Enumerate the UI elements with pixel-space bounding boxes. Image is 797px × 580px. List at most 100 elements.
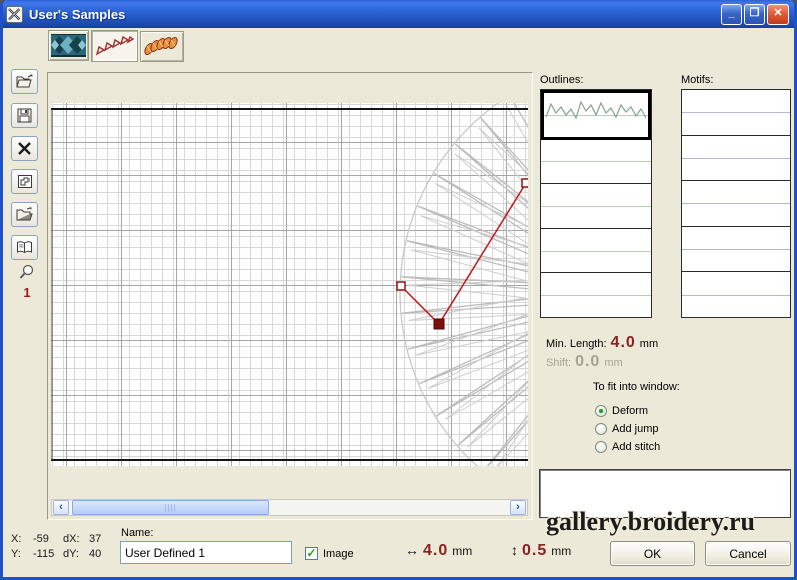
minimize-button[interactable]: _ (721, 4, 742, 25)
triangle-arrows-icon (95, 34, 134, 58)
shift-value: 0.0 (575, 353, 600, 371)
stitch-height-unit: mm (551, 544, 571, 558)
close-button[interactable]: ✕ (767, 4, 789, 25)
stitch-width-readout: ↔ 4.0 mm (405, 542, 472, 560)
save-sample-button[interactable] (11, 103, 38, 128)
shift-row: Shift: 0.0 mm (546, 353, 658, 372)
shift-unit: mm (604, 357, 622, 369)
coordinates-readout: X:-59dX:37 Y:-115dY:40 (11, 532, 101, 562)
watermark-text: gallery.broidery.ru (546, 507, 755, 537)
sample-baseline (541, 295, 651, 296)
sample-baseline (682, 158, 790, 159)
library-button[interactable] (11, 235, 38, 260)
radio-add-jump-circle[interactable] (595, 423, 607, 435)
outline-stitch-button[interactable] (91, 30, 138, 62)
radio-add-jump-label: Add jump (612, 423, 658, 435)
sample-row[interactable] (682, 181, 790, 227)
image-checkbox-label: Image (323, 548, 354, 560)
min-length-label: Min. Length: (546, 338, 607, 350)
min-length-unit: mm (640, 338, 658, 350)
radio-add-stitch[interactable]: Add stitch (595, 441, 660, 453)
zoom-indicator: 1 (15, 264, 39, 300)
sample-baseline (541, 161, 651, 162)
sample-row[interactable] (541, 273, 651, 317)
y-value: -115 (33, 547, 63, 562)
parameters: Min. Length: 4.0 mm Shift: 0.0 mm (546, 334, 658, 372)
name-label: Name: (121, 527, 153, 539)
magnifier-icon[interactable] (19, 264, 35, 280)
horizontal-arrow-icon: ↔ (405, 542, 419, 558)
stitch-height-readout: ↕ 0.5 mm (511, 542, 571, 560)
scroll-right-icon: › (516, 502, 520, 513)
radio-deform[interactable]: Deform (595, 405, 648, 417)
shape-document-icon (17, 174, 33, 189)
radio-deform-circle[interactable] (595, 405, 607, 417)
sample-row[interactable] (682, 90, 790, 136)
sample-row[interactable] (541, 184, 651, 229)
sample-baseline (682, 295, 790, 296)
y-label: Y: (11, 547, 33, 562)
cancel-button[interactable]: Cancel (705, 541, 791, 566)
window-title: User's Samples (29, 7, 125, 22)
outlines-label: Outlines: (540, 74, 583, 86)
checkmark-icon: ✓ (306, 547, 316, 559)
diamond-pattern-icon (51, 34, 86, 57)
scroll-left-button[interactable]: ‹ (53, 500, 69, 515)
zoom-level-value: 1 (15, 285, 39, 300)
sample-baseline (541, 251, 651, 252)
sample-baseline (682, 249, 790, 250)
node-marker (522, 179, 528, 187)
image-checkbox[interactable]: ✓ (305, 547, 318, 560)
folder-export-icon (16, 207, 34, 222)
open-book-icon (16, 240, 33, 255)
delete-x-icon (17, 141, 32, 156)
scrollbar-thumb[interactable]: |||| (72, 500, 269, 515)
motifs-list[interactable] (681, 89, 791, 318)
zigzag-outline-thumbnail (544, 93, 648, 131)
sample-row[interactable] (541, 229, 651, 274)
scrollbar-grip: |||| (164, 504, 176, 512)
maximize-button[interactable]: ❐ (744, 4, 765, 25)
x-label: X: (11, 532, 33, 547)
selected-node-marker (434, 319, 444, 329)
pattern-fill-button[interactable] (48, 30, 89, 61)
sample-row[interactable] (682, 227, 790, 273)
stitch-canvas[interactable] (51, 103, 528, 466)
ok-button[interactable]: OK (610, 541, 695, 566)
vertical-arrow-icon: ↕ (511, 542, 518, 558)
radio-add-stitch-label: Add stitch (612, 441, 660, 453)
save-floppy-icon (17, 108, 32, 123)
x-value: -59 (33, 532, 63, 547)
open-folder-icon (16, 74, 34, 89)
shift-label: Shift: (546, 357, 571, 369)
motif-stitch-button[interactable] (140, 31, 184, 62)
open-sample-button[interactable] (11, 69, 38, 94)
import-sample-button[interactable] (11, 202, 38, 227)
app-icon (6, 6, 23, 23)
radio-add-stitch-circle[interactable] (595, 441, 607, 453)
sample-row[interactable] (682, 272, 790, 317)
stitch-height-value: 0.5 (522, 542, 547, 560)
name-input[interactable] (120, 541, 292, 564)
close-icon: ✕ (773, 8, 782, 19)
minimize-icon: _ (728, 8, 734, 19)
delete-sample-button[interactable] (11, 136, 38, 161)
sample-baseline (541, 206, 651, 207)
users-samples-dialog: User's Samples _ ❐ ✕ (0, 0, 797, 580)
min-length-value: 4.0 (611, 334, 636, 352)
scroll-left-icon: ‹ (59, 502, 63, 513)
sample-row[interactable] (541, 90, 651, 140)
duplicate-sample-button[interactable] (11, 169, 38, 194)
dy-label: dY: (63, 547, 89, 562)
outlines-list[interactable] (540, 89, 652, 318)
radio-deform-label: Deform (612, 405, 648, 417)
sample-row[interactable] (541, 140, 651, 185)
maximize-icon: ❐ (750, 8, 760, 19)
dy-value: 40 (89, 547, 101, 562)
horizontal-scrollbar[interactable]: ‹ |||| › (51, 499, 528, 516)
rope-pattern-icon (143, 35, 181, 58)
radio-add-jump[interactable]: Add jump (595, 423, 658, 435)
titlebar[interactable]: User's Samples _ ❐ ✕ (0, 0, 797, 28)
sample-row[interactable] (682, 136, 790, 182)
scroll-right-button[interactable]: › (510, 500, 526, 515)
